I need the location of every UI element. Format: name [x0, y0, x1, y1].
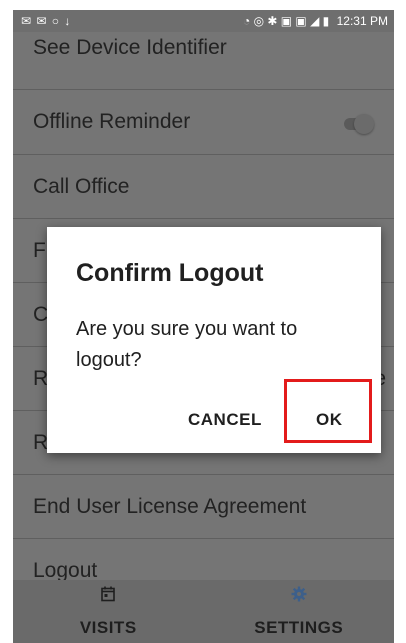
toggle-knob — [354, 114, 374, 134]
dialog-title: Confirm Logout — [76, 259, 264, 287]
tab-visits[interactable]: VISITS — [13, 580, 204, 643]
dialog-message: Are you sure you want to logout? — [76, 318, 298, 371]
ok-button[interactable]: OK — [316, 410, 343, 430]
status-icons: ◔ ◎ ✱ ▣ ▣ ◢ ▮ — [242, 14, 330, 28]
bottom-navigation: VISITS SETTINGS — [13, 580, 394, 643]
status-time: 12:31 PM — [336, 14, 388, 28]
offline-reminder-toggle[interactable] — [344, 114, 374, 134]
cancel-button[interactable]: CANCEL — [188, 410, 262, 430]
tab-label: SETTINGS — [254, 618, 344, 637]
tab-settings[interactable]: SETTINGS — [204, 580, 395, 643]
tab-label: VISITS — [79, 618, 137, 637]
settings-item-call-office[interactable]: Call Office — [13, 155, 394, 219]
settings-item-label: See Device Identifier — [33, 36, 227, 59]
settings-item-label: Call Office — [33, 175, 130, 198]
settings-item-label: Offline Reminder — [33, 110, 191, 133]
settings-item-label: End User License Agreement — [33, 495, 307, 518]
status-bar: ✉ ✉ ○ ↓ ◔ ◎ ✱ ▣ ▣ ◢ ▮ 12:31 PM — [13, 10, 394, 32]
settings-item-label: R — [33, 431, 49, 454]
gear-icon — [204, 586, 395, 607]
settings-item-offline-reminder[interactable]: Offline Reminder — [13, 90, 394, 155]
settings-item-label: F — [33, 239, 46, 262]
settings-item-device-identifier[interactable]: See Device Identifier — [13, 30, 394, 90]
settings-item-label: R — [33, 367, 49, 390]
settings-item-label: C — [33, 303, 49, 326]
calendar-icon — [13, 586, 204, 607]
notification-icons: ✉ ✉ ○ ↓ — [21, 14, 72, 28]
confirm-logout-dialog: Confirm Logout Are you sure you want to … — [47, 227, 381, 453]
phone-screen: ✉ ✉ ○ ↓ ◔ ◎ ✱ ▣ ▣ ◢ ▮ 12:31 PM See Devic… — [13, 10, 394, 643]
settings-item-eula[interactable]: End User License Agreement — [13, 475, 394, 539]
system-icons: ◔ ◎ ✱ ▣ ▣ ◢ ▮ 12:31 PM — [243, 10, 388, 32]
